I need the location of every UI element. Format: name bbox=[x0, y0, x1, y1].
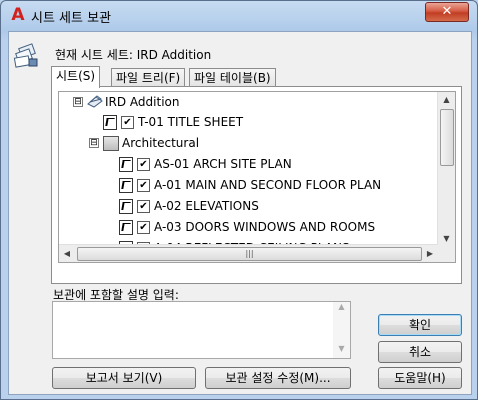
collapse-icon[interactable]: ⊟ bbox=[89, 138, 99, 148]
include-checkbox[interactable]: ✔ bbox=[137, 200, 150, 213]
scroll-up-arrow-icon[interactable]: ▲ bbox=[438, 92, 455, 108]
dialog-body: 현재 시트 세트: IRD Addition 시트(S) 파일 트리(F) 파일… bbox=[8, 31, 472, 395]
window-title: 시트 세트 보관 bbox=[31, 11, 112, 26]
help-button[interactable]: 도움말(H) bbox=[378, 367, 462, 389]
sheet-icon bbox=[119, 220, 133, 235]
tree-node-label: A-03 DOORS WINDOWS AND ROOMS bbox=[154, 220, 376, 234]
include-checkbox[interactable]: ✔ bbox=[137, 158, 150, 171]
tab-file-table[interactable]: 파일 테이블(B) bbox=[189, 68, 276, 87]
scrollbar-corner bbox=[438, 245, 455, 262]
include-checkbox[interactable]: ✔ bbox=[137, 221, 150, 234]
tree-node-label: A-02 ELEVATIONS bbox=[154, 199, 259, 213]
sheet-icon bbox=[119, 199, 133, 214]
scroll-down-arrow-icon: ▼ bbox=[338, 344, 345, 353]
current-sheet-set-label: 현재 시트 세트: IRD Addition bbox=[55, 48, 212, 62]
sheet-set-node-icon bbox=[87, 95, 103, 108]
description-textarea[interactable]: ▲ ▼ bbox=[52, 301, 351, 359]
sheet-tree[interactable]: ⊟ IRD Addition ✔ T-01 TITLE SHEET ⊟ Arch… bbox=[58, 91, 456, 263]
sheet-icon bbox=[119, 157, 133, 172]
cancel-button[interactable]: 취소 bbox=[378, 341, 462, 363]
tree-node-label: A-01 MAIN AND SECOND FLOOR PLAN bbox=[154, 178, 382, 192]
sheet-set-icon bbox=[13, 43, 38, 68]
close-button[interactable]: ✕ bbox=[425, 2, 469, 22]
subset-folder-icon bbox=[103, 136, 119, 151]
horizontal-scroll-thumb[interactable]: ||| bbox=[77, 247, 422, 261]
description-scrollbar: ▲ ▼ bbox=[333, 302, 350, 358]
autocad-logo-icon: A bbox=[11, 5, 25, 25]
modify-archive-settings-button[interactable]: 보관 설정 수정(M)... bbox=[205, 367, 351, 389]
tree-node-label: AS-01 ARCH SITE PLAN bbox=[154, 157, 292, 171]
scroll-up-arrow-icon: ▲ bbox=[338, 302, 345, 311]
tree-node-label: IRD Addition bbox=[105, 95, 180, 109]
vertical-scroll-thumb[interactable] bbox=[440, 109, 454, 166]
sheets-tab-panel: ⊟ IRD Addition ✔ T-01 TITLE SHEET ⊟ Arch… bbox=[51, 86, 462, 284]
tree-node-label: Architectural bbox=[122, 136, 200, 150]
sheet-icon bbox=[103, 115, 117, 130]
ok-button[interactable]: 확인 bbox=[378, 314, 462, 336]
include-checkbox[interactable]: ✔ bbox=[121, 116, 134, 129]
sheet-icon bbox=[119, 178, 133, 193]
tree-horizontal-scrollbar[interactable]: ◀ ||| ▶ bbox=[59, 244, 438, 262]
tab-file-tree[interactable]: 파일 트리(F) bbox=[111, 68, 186, 87]
tab-sheets[interactable]: 시트(S) bbox=[51, 66, 101, 88]
view-report-button[interactable]: 보고서 보기(V) bbox=[52, 367, 196, 389]
scroll-right-arrow-icon[interactable]: ▶ bbox=[422, 245, 438, 262]
include-checkbox[interactable]: ✔ bbox=[137, 179, 150, 192]
collapse-icon[interactable]: ⊟ bbox=[73, 97, 83, 107]
title-bar[interactable]: A 시트 세트 보관 ✕ bbox=[1, 1, 477, 31]
tree-vertical-scrollbar[interactable]: ▲ ▼ bbox=[437, 92, 455, 247]
dialog-window: A 시트 세트 보관 ✕ 현재 시트 세트: IRD Addition 시트(S… bbox=[0, 0, 478, 400]
scroll-left-arrow-icon[interactable]: ◀ bbox=[59, 245, 75, 262]
tree-node-label: T-01 TITLE SHEET bbox=[138, 115, 244, 129]
